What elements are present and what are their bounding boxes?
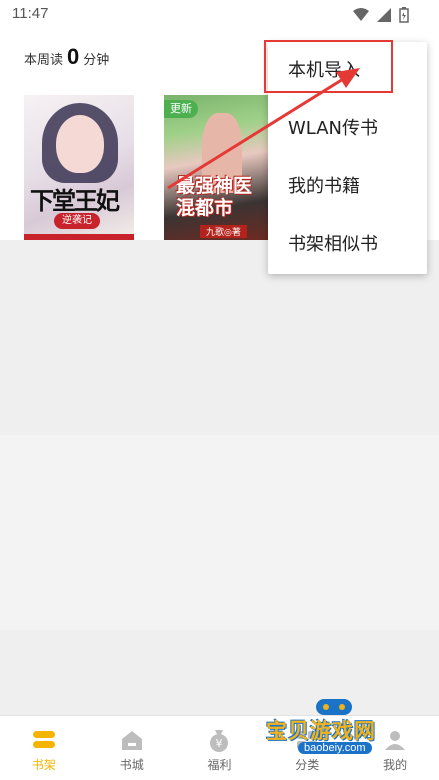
menu-item-wlan-transfer[interactable]: WLAN传书 (268, 100, 427, 158)
book-subtitle: 逆袭记 (54, 213, 100, 229)
wifi-icon (353, 8, 369, 21)
status-bar: 11:47 (0, 0, 439, 30)
reading-time-minutes: 0 (67, 44, 80, 69)
status-icons (353, 7, 409, 23)
bookshelf-icon (32, 731, 55, 748)
book-author: 九歌◎著 (200, 225, 247, 238)
cover-art-face (56, 115, 104, 173)
status-time: 11:47 (12, 5, 49, 22)
book-cover-2[interactable]: 更新 最强神医混都市 九歌◎著 (164, 95, 274, 240)
tab-bookstore[interactable]: 书城 (88, 716, 176, 780)
svg-text:¥: ¥ (216, 737, 223, 750)
tab-bookshelf[interactable]: 书架 (0, 716, 88, 780)
watermark: 宝贝游戏网 baobeiy.com (262, 695, 412, 765)
watermark-text: 宝贝游戏网 (266, 719, 376, 743)
tab-label: 书架 (31, 758, 56, 772)
gamepad-icon (316, 699, 352, 715)
update-badge: 更新 (164, 100, 198, 118)
book-title: 下堂王妃 (30, 186, 120, 215)
weekly-reading-time: 本周读 0 分钟 (24, 44, 109, 70)
tab-welfare[interactable]: ¥ 福利 (176, 716, 264, 780)
book-cover-1[interactable]: 下堂王妃 逆袭记 (24, 95, 134, 240)
tab-label: 福利 (207, 758, 232, 772)
shelf-row (0, 435, 439, 630)
tab-label: 书城 (119, 758, 144, 772)
battery-icon (399, 7, 409, 23)
annotation-highlight-box (264, 40, 393, 93)
book-title: 最强神医混都市 (176, 175, 253, 219)
welfare-icon: ¥ (210, 730, 229, 752)
reading-time-prefix: 本周读 (24, 53, 64, 68)
menu-item-similar-books[interactable]: 书架相似书 (268, 216, 427, 274)
watermark-url: baobeiy.com (298, 742, 372, 754)
signal-icon (377, 8, 391, 22)
menu-item-my-books[interactable]: 我的书籍 (268, 158, 427, 216)
bookstore-icon (121, 731, 142, 750)
reading-time-suffix: 分钟 (83, 53, 110, 68)
